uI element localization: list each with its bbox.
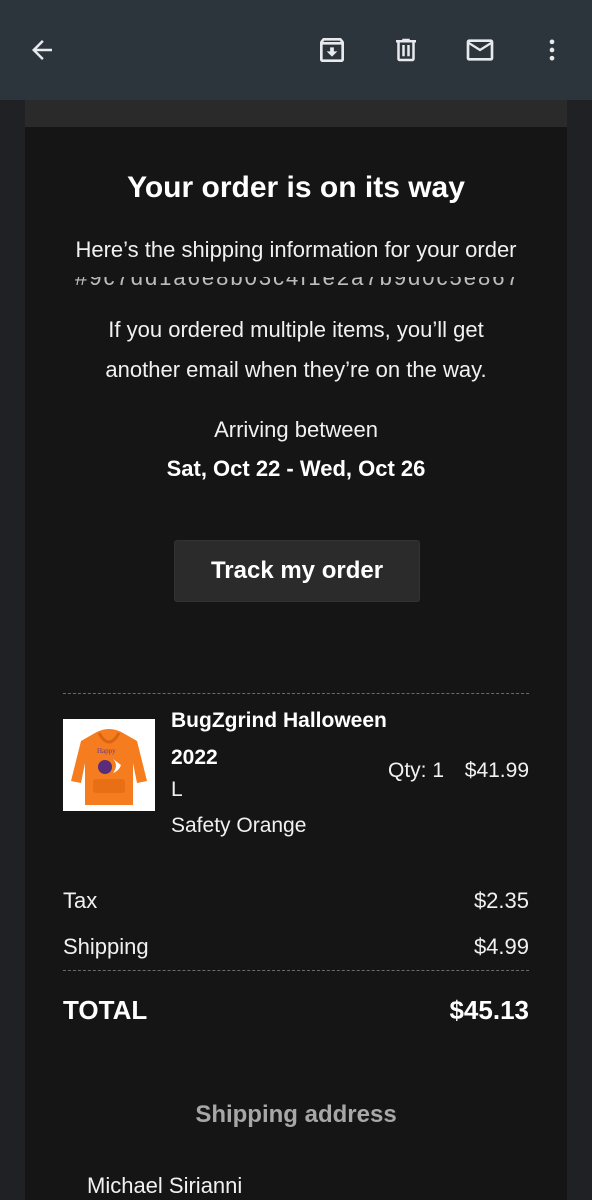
track-order-button[interactable]: Track my order [174, 540, 420, 602]
order-id-redacted: #9c7dd1a6e8b03c4f1e2a7b9d0c5e867b [75, 277, 517, 287]
tax-value: $2.35 [473, 888, 529, 913]
product-size: L [171, 778, 183, 801]
shipping-row: Shipping $4.99 [63, 934, 529, 960]
total-label: TOTAL [63, 995, 148, 1025]
product-price: $41.99 [464, 759, 529, 782]
arriving-label: Arriving between [214, 417, 378, 442]
product-name[interactable]: BugZgrind Halloween 2022 [171, 702, 401, 776]
email-title: Your order is on its way [127, 171, 465, 204]
email-body: Your order is on its way Here’s the ship… [25, 127, 567, 1200]
arriving-dates: Sat, Oct 22 - Wed, Oct 26 [166, 456, 426, 481]
email-header-strip [25, 100, 567, 127]
product-color: Safety Orange [171, 814, 307, 837]
tax-label: Tax [63, 888, 98, 913]
divider [63, 970, 529, 971]
recipient-name: Michael Sirianni [87, 1173, 243, 1198]
shipping-address-header: Shipping address [195, 1101, 397, 1128]
archive-icon[interactable] [308, 26, 356, 74]
shipping-label: Shipping [63, 934, 149, 959]
mark-unread-icon[interactable] [456, 26, 504, 74]
product-qty: Qty: 1 [388, 759, 445, 782]
arrow-back-icon[interactable] [18, 26, 66, 74]
multi-item-line-1: If you ordered multiple items, you’ll ge… [108, 317, 484, 342]
total-value: $45.13 [449, 995, 529, 1025]
multi-item-line-2: another email when they’re on the way. [105, 357, 487, 382]
tax-row: Tax $2.35 [63, 888, 529, 914]
product-thumb-text: Happy [97, 747, 116, 755]
more-vertical-icon[interactable] [528, 26, 576, 74]
product-thumbnail[interactable]: Happy [63, 719, 155, 811]
app-bar [0, 0, 592, 100]
divider [63, 693, 529, 694]
total-row: TOTAL $45.13 [63, 995, 529, 1026]
delete-icon[interactable] [382, 26, 430, 74]
shipping-value: $4.99 [473, 934, 529, 959]
shipping-info-text: Here’s the shipping information for your… [75, 237, 517, 262]
